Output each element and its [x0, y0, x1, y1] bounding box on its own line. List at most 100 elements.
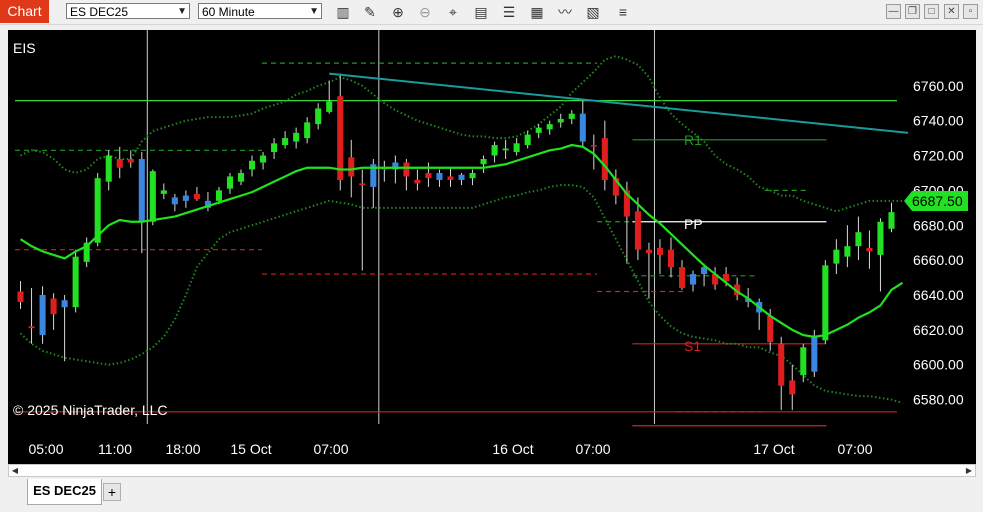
trendline: [329, 72, 909, 134]
candle: [370, 159, 377, 208]
horizontal-scrollbar[interactable]: ◀ ▶: [8, 464, 976, 477]
bar-type-icon[interactable]: ▥: [334, 3, 352, 21]
candle-body: [535, 127, 542, 133]
candle: [39, 286, 46, 344]
y-tick-label: 6580.00: [913, 392, 964, 408]
candle-body: [844, 246, 851, 257]
templates-icon[interactable]: ▧: [584, 3, 602, 21]
candle: [271, 138, 278, 160]
candle: [480, 155, 487, 173]
candle: [469, 169, 476, 186]
candle: [458, 172, 465, 186]
candle: [712, 267, 719, 290]
candle: [513, 138, 520, 156]
candle: [833, 239, 840, 275]
candle: [193, 186, 200, 201]
candle: [28, 288, 35, 344]
candle-body: [61, 300, 68, 308]
candle-body: [690, 274, 697, 285]
x-tick-label: 15 Oct: [230, 441, 271, 457]
scroll-left-icon[interactable]: ◀: [9, 465, 21, 476]
candle: [138, 152, 145, 254]
candle-body: [193, 193, 200, 200]
strategies-icon[interactable]: ▦: [528, 3, 546, 21]
candle-body: [833, 249, 840, 264]
zoom-in-icon[interactable]: ⊕: [389, 3, 407, 21]
instrument-select[interactable]: ES DEC25 ▼: [66, 3, 190, 19]
lock-button[interactable]: ▫: [963, 4, 978, 19]
y-tick-label: 6620.00: [913, 322, 964, 338]
candle: [315, 103, 322, 130]
candle-body: [436, 172, 443, 180]
x-tick-label: 18:00: [165, 441, 200, 457]
current-price-label: 6687.50: [912, 193, 963, 209]
x-tick-label: 11:00: [98, 441, 132, 457]
candle-body: [855, 232, 862, 247]
candle: [612, 169, 619, 205]
candle-body: [568, 113, 575, 119]
candle-body: [215, 190, 222, 201]
candle-body: [656, 247, 663, 255]
close-button[interactable]: ✕: [944, 4, 959, 19]
y-tick-label: 6760.00: [913, 78, 964, 94]
candle: [249, 155, 256, 177]
candle: [182, 190, 189, 208]
candle: [403, 159, 410, 191]
candle-body: [447, 176, 454, 180]
candle: [171, 193, 178, 212]
price-chart[interactable]: 6760.006740.006720.006700.006680.006660.…: [8, 30, 976, 464]
restore-button[interactable]: ❐: [905, 4, 920, 19]
candle-body: [491, 145, 498, 156]
candle-body: [767, 315, 774, 343]
candle: [414, 169, 421, 191]
candle: [667, 237, 675, 278]
y-tick-label: 6600.00: [913, 357, 964, 373]
pencil-icon[interactable]: ✎: [361, 3, 379, 21]
chart-panel[interactable]: 6760.00 6740.00 6720.00 6700.00 6680.00 6660.…: [8, 30, 976, 464]
crosshair-icon[interactable]: ⌖: [444, 3, 462, 21]
indicators-icon[interactable]: 〰: [556, 3, 574, 21]
candle: [381, 160, 388, 182]
candle-body: [116, 159, 123, 168]
candle: [293, 127, 300, 149]
tab-instrument[interactable]: ES DEC25: [27, 479, 102, 505]
candle: [237, 169, 245, 186]
properties-icon[interactable]: ☰: [500, 3, 518, 21]
price-marker: 6687.50: [904, 191, 968, 211]
candle-body: [403, 162, 410, 177]
minimize-button[interactable]: —: [886, 4, 901, 19]
candle-body: [326, 101, 333, 112]
candle: [83, 237, 90, 268]
add-tab-button[interactable]: +: [103, 483, 121, 501]
candle: [656, 239, 663, 275]
candle-body: [425, 172, 432, 179]
candle-body: [502, 148, 509, 151]
candle-body: [645, 249, 652, 254]
candle: [204, 192, 211, 212]
candle-body: [17, 291, 24, 302]
y-tick-label: 6720.00: [913, 148, 964, 164]
candle-body: [50, 298, 57, 315]
candle: [282, 131, 289, 149]
candle: [579, 99, 586, 147]
candle: [436, 169, 443, 187]
zoom-out-icon[interactable]: ⊖: [416, 3, 434, 21]
scroll-right-icon[interactable]: ▶: [963, 465, 975, 476]
candle-body: [480, 159, 487, 165]
candle-body: [171, 197, 178, 205]
candle: [678, 260, 686, 290]
candle-body: [348, 157, 355, 177]
candle: [866, 230, 873, 269]
candle-body: [579, 113, 586, 142]
candle-body: [524, 134, 531, 146]
maximize-button[interactable]: □: [924, 4, 939, 19]
candle-body: [866, 247, 873, 252]
chart-tab[interactable]: Chart: [0, 0, 49, 23]
interval-select[interactable]: 60 Minute ▼: [198, 3, 322, 19]
more-icon[interactable]: ≡: [614, 3, 632, 21]
candle-body: [160, 190, 167, 194]
data-box-icon[interactable]: ▤: [472, 3, 490, 21]
candle-body: [557, 118, 564, 123]
candle: [568, 110, 575, 125]
candle: [447, 167, 454, 187]
